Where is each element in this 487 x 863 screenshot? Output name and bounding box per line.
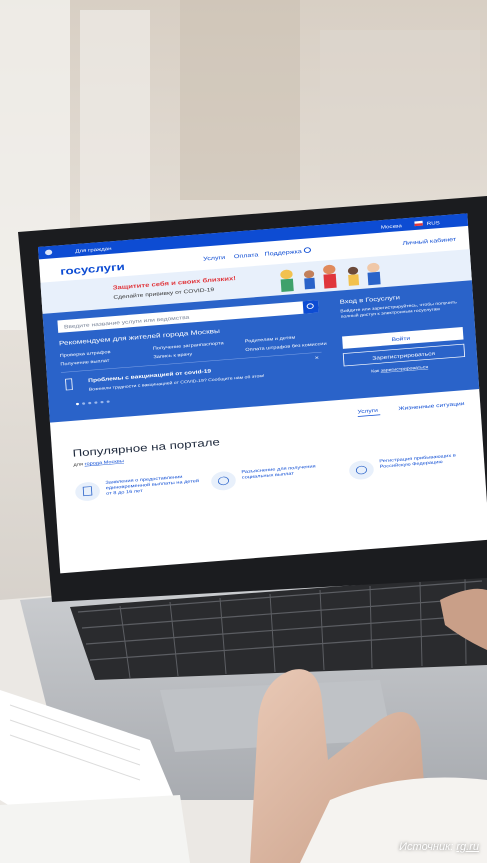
- blurred-wall: [320, 30, 480, 180]
- paper-stack-lower: [0, 795, 190, 863]
- photo-scene: Для граждан Москва RUS госуслуги Услуги …: [0, 0, 487, 863]
- popular-subtitle-prefix: для: [73, 462, 85, 468]
- notice-close-icon[interactable]: ×: [315, 355, 320, 361]
- photo-credit-prefix: Источник:: [399, 841, 457, 853]
- photo-credit-link[interactable]: rg.ru: [456, 841, 479, 853]
- blurred-shelf: [180, 0, 300, 200]
- window-light: [80, 10, 150, 250]
- lang-selector[interactable]: RUS: [427, 221, 441, 227]
- search-button[interactable]: [302, 300, 319, 314]
- photo-credit: Источник: rg.ru: [399, 841, 479, 853]
- register-help-prefix: Как: [371, 368, 381, 373]
- portal-screen: Для граждан Москва RUS госуслуги Услуги …: [38, 213, 487, 574]
